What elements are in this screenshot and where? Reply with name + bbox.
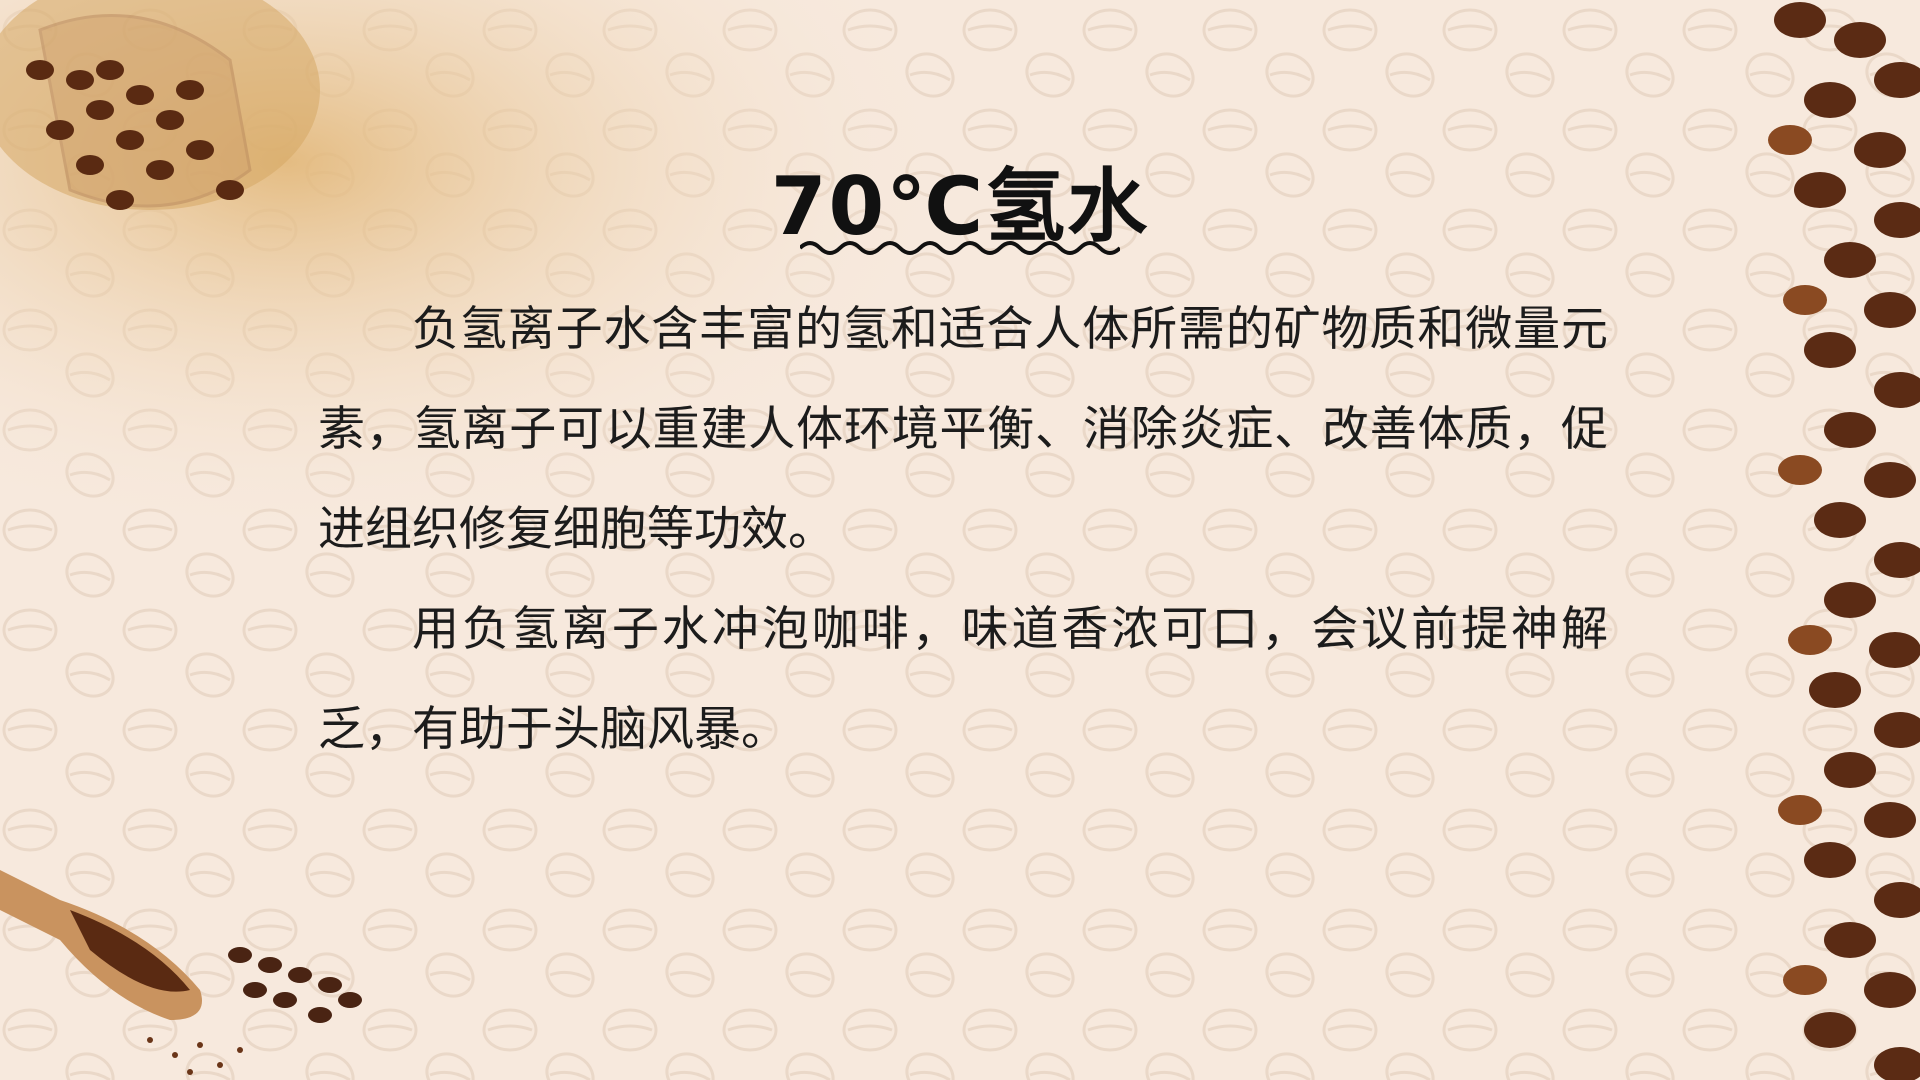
title-underline-wave bbox=[800, 241, 1120, 255]
slide-body: 负氢离子水含丰富的氢和适合人体所需的矿物质和微量元素，氢离子可以重建人体环境平衡… bbox=[318, 280, 1608, 780]
paragraph-2: 用负氢离子水冲泡咖啡，味道香浓可口，会议前提神解乏，有助于头脑风暴。 bbox=[318, 602, 1608, 757]
paragraph-1: 负氢离子水含丰富的氢和适合人体所需的矿物质和微量元素，氢离子可以重建人体环境平衡… bbox=[318, 302, 1608, 557]
